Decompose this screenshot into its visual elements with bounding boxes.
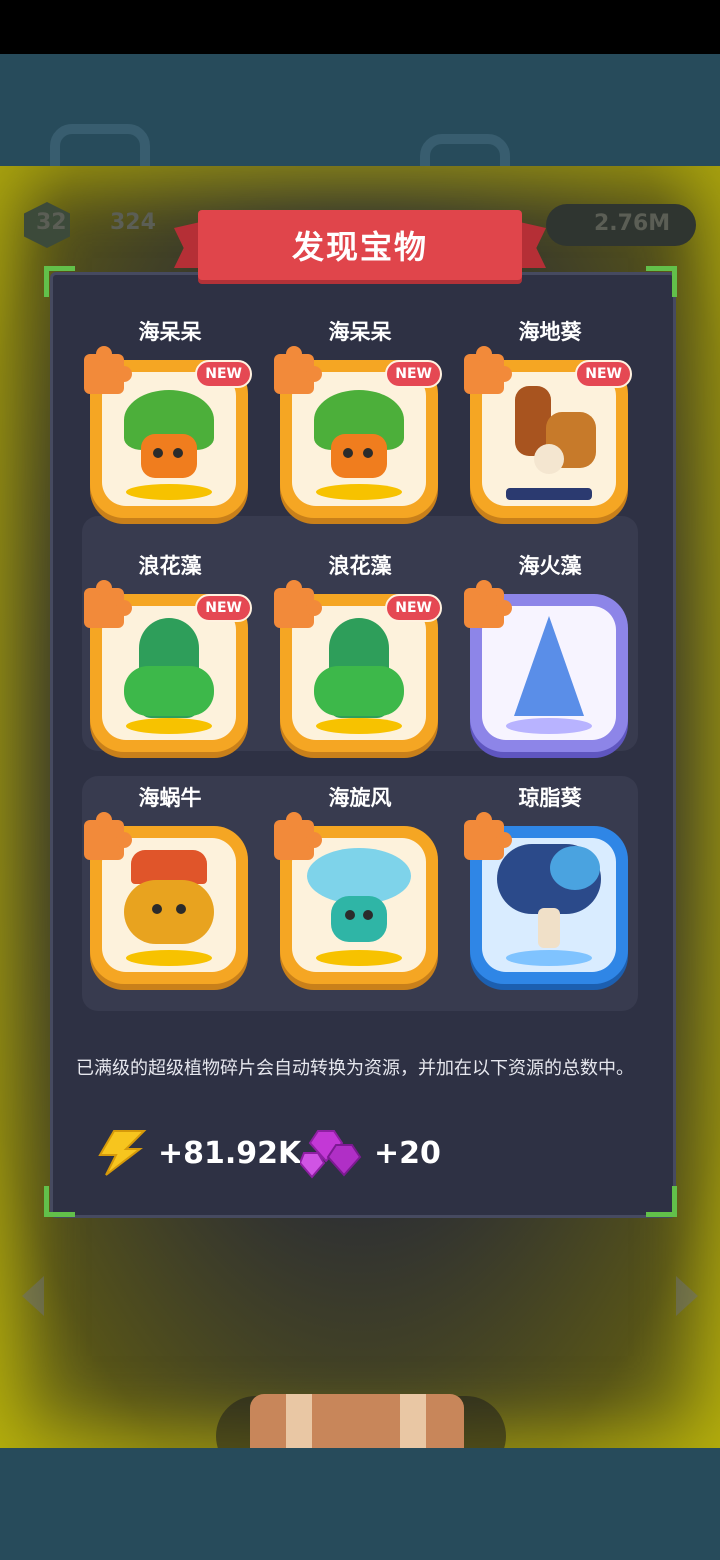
chest-lid bbox=[250, 1394, 464, 1448]
eye bbox=[363, 910, 373, 920]
plant-card-seaearthsun[interactable]: NEW bbox=[464, 346, 632, 518]
reward-energy: +81.92K bbox=[92, 1128, 301, 1178]
corner-bracket bbox=[44, 266, 75, 297]
corner-bracket bbox=[646, 266, 677, 297]
dialog-title: 发现宝物 bbox=[198, 210, 522, 280]
chest-strap bbox=[286, 1394, 312, 1448]
card-name: 琼脂葵 bbox=[518, 786, 582, 810]
pedestal bbox=[506, 718, 592, 734]
trunk bbox=[538, 908, 560, 948]
eye bbox=[345, 910, 355, 920]
card-name: 海旋风 bbox=[328, 786, 392, 810]
blue-flame bbox=[514, 616, 584, 716]
arrow-right-icon bbox=[676, 1276, 698, 1316]
reward-gems-amount: +20 bbox=[374, 1135, 441, 1171]
hud-level: 32 324 bbox=[24, 202, 156, 248]
background-top bbox=[0, 54, 720, 204]
puzzle-piece-icon bbox=[84, 580, 132, 628]
plant-body bbox=[141, 434, 197, 478]
coral-crown bbox=[131, 850, 207, 884]
new-badge: NEW bbox=[195, 594, 252, 622]
reward-gems: +20 bbox=[298, 1127, 441, 1179]
puzzle-piece-icon bbox=[274, 812, 322, 860]
pedestal bbox=[316, 484, 402, 500]
algae-base bbox=[314, 666, 404, 716]
plant-card-wave-algae-1[interactable]: NEW bbox=[84, 580, 252, 752]
new-badge: NEW bbox=[385, 594, 442, 622]
snail-shell bbox=[124, 880, 214, 944]
eye bbox=[343, 448, 353, 458]
plant-card-seadaidai-2[interactable]: NEW bbox=[274, 346, 442, 518]
eye bbox=[363, 448, 373, 458]
puzzle-piece-icon bbox=[84, 346, 132, 394]
algae-base bbox=[124, 666, 214, 716]
plant-card-sea-whirlwind[interactable] bbox=[274, 812, 438, 984]
eye bbox=[153, 448, 163, 458]
new-badge: NEW bbox=[575, 360, 632, 388]
skull-icon bbox=[534, 444, 564, 474]
card-name: 海蜗牛 bbox=[138, 786, 202, 810]
lightning-icon bbox=[92, 1129, 150, 1177]
plant-card-seadaidai-1[interactable]: NEW bbox=[84, 346, 252, 518]
reward-energy-amount: +81.92K bbox=[158, 1135, 302, 1171]
puzzle-piece-icon bbox=[274, 580, 322, 628]
card-name: 浪花藻 bbox=[328, 554, 392, 578]
card-name: 海呆呆 bbox=[138, 320, 202, 344]
corner-bracket bbox=[646, 1186, 677, 1217]
hud-energy-value: 2.76M bbox=[594, 211, 671, 236]
plant-card-sea-snail[interactable] bbox=[84, 812, 248, 984]
card-name: 浪花藻 bbox=[138, 554, 202, 578]
pedestal bbox=[506, 950, 592, 966]
puzzle-piece-icon bbox=[274, 346, 322, 394]
pedestal bbox=[126, 950, 212, 966]
status-bar bbox=[0, 0, 720, 54]
eye bbox=[176, 904, 186, 914]
plant-card-agar-sunflower[interactable] bbox=[464, 812, 628, 984]
pedestal bbox=[316, 950, 402, 966]
new-badge: NEW bbox=[195, 360, 252, 388]
conversion-info-text: 已满级的超级植物碎片会自动转换为资源，并加在以下资源的总数中。 bbox=[76, 1058, 634, 1079]
puzzle-piece-icon bbox=[464, 812, 512, 860]
card-name: 海火藻 bbox=[518, 554, 582, 578]
background-bottom bbox=[0, 1448, 720, 1560]
plant-body bbox=[331, 434, 387, 478]
hud-level-value: 32 bbox=[36, 210, 67, 235]
puzzle-piece-icon bbox=[464, 580, 512, 628]
corner-bracket bbox=[44, 1186, 75, 1217]
puzzle-piece-icon bbox=[464, 346, 512, 394]
game-area: 32 324 2.76M 发现宝物 海呆呆 NEW 海呆呆 NEW 海地葵 NE… bbox=[0, 166, 720, 1448]
eye bbox=[173, 448, 183, 458]
chest-strap bbox=[400, 1394, 426, 1448]
plant-card-wave-algae-2[interactable]: NEW bbox=[274, 580, 442, 752]
pedestal bbox=[316, 718, 402, 734]
plant-body bbox=[331, 896, 387, 942]
card-name: 海呆呆 bbox=[328, 320, 392, 344]
puzzle-piece-icon bbox=[84, 812, 132, 860]
plant-card-sea-fire-algae[interactable] bbox=[464, 580, 628, 752]
treasure-chest bbox=[250, 1394, 464, 1448]
new-badge: NEW bbox=[385, 360, 442, 388]
pedestal bbox=[506, 488, 592, 500]
eye bbox=[152, 904, 162, 914]
hud-energy: 2.76M bbox=[546, 204, 696, 246]
blue-head bbox=[550, 846, 600, 890]
card-name: 海地葵 bbox=[518, 320, 582, 344]
hud-score-value: 324 bbox=[110, 210, 156, 235]
arrow-left-icon bbox=[22, 1276, 44, 1316]
gem-icon bbox=[298, 1127, 366, 1179]
pedestal bbox=[126, 484, 212, 500]
pedestal bbox=[126, 718, 212, 734]
